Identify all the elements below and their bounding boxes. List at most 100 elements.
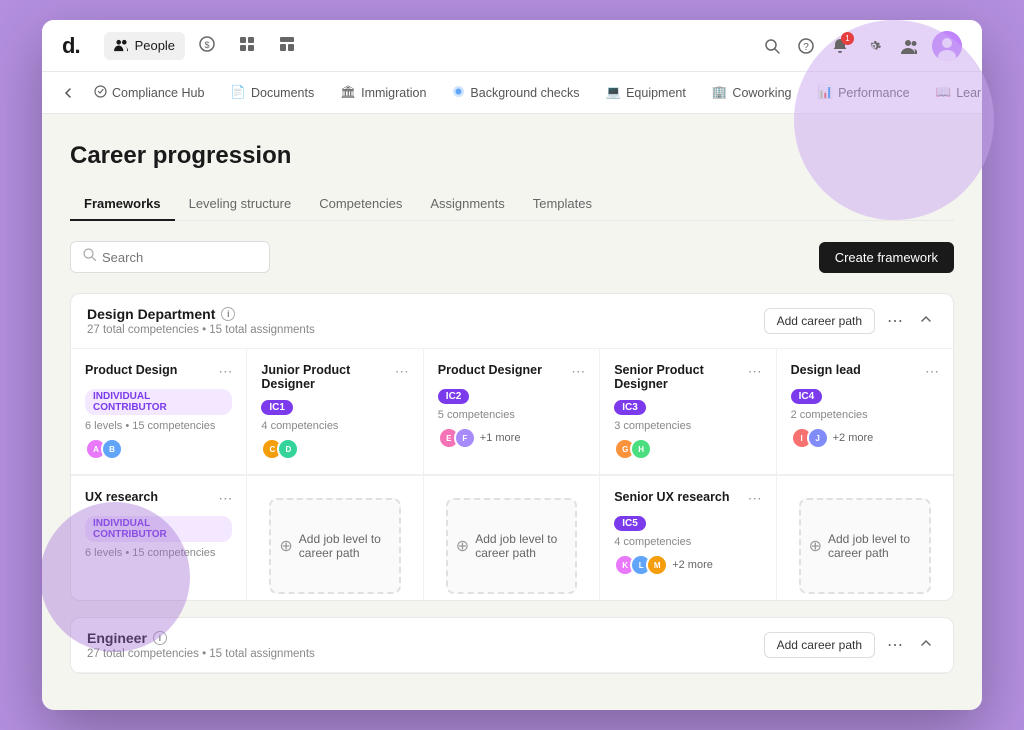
card-badge: INDIVIDUAL CONTRIBUTOR [85, 389, 232, 415]
toolbar: Create framework [70, 241, 954, 273]
tab-assignments[interactable]: Assignments [416, 188, 518, 221]
dept-title-area: Design Department i 27 total competencie… [87, 306, 315, 336]
svg-text:$: $ [205, 40, 210, 50]
avatar-row: G H [614, 438, 761, 460]
engineer-department-section: Engineer i 27 total competencies • 15 to… [70, 617, 954, 674]
add-job-icon: ⊕ [456, 536, 469, 556]
card-product-designer: Product Designer ⋯ IC2 5 competencies E … [424, 349, 600, 475]
more-text: +2 more [672, 559, 713, 571]
avatar: M [646, 554, 668, 576]
search-icon [83, 248, 96, 266]
card-menu-icon[interactable]: ⋯ [218, 363, 232, 380]
finance-icon: $ [199, 36, 215, 55]
card-menu-icon[interactable]: ⋯ [748, 490, 762, 507]
card-menu-icon[interactable]: ⋯ [571, 363, 585, 380]
nav-compliance-label: Compliance Hub [112, 86, 204, 100]
card-meta: 3 competencies [614, 420, 761, 432]
card-badge: IC5 [614, 516, 646, 531]
dept-collapse-button[interactable] [915, 310, 937, 333]
team-icon[interactable] [898, 36, 918, 56]
tab-competencies[interactable]: Competencies [305, 188, 416, 221]
background-icon [452, 85, 465, 101]
card-header: Junior Product Designer ⋯ [261, 363, 408, 391]
dept-more-button-engineer[interactable]: ⋯ [883, 633, 907, 657]
avatar: F [454, 427, 476, 449]
avatar: H [630, 438, 652, 460]
card-header: Design lead ⋯ [791, 363, 939, 380]
layout-icon [279, 36, 295, 55]
card-design-lead: Design lead ⋯ IC4 2 competencies I J +2 … [777, 349, 953, 475]
nav-tab-layout[interactable] [269, 30, 305, 61]
card-menu-icon[interactable]: ⋯ [925, 363, 939, 380]
search-icon[interactable] [762, 36, 782, 56]
tab-frameworks[interactable]: Frameworks [70, 188, 175, 221]
documents-icon: 📄 [230, 85, 246, 100]
dept-actions-engineer: Add career path ⋯ [764, 632, 937, 658]
nav-equipment[interactable]: 💻 Equipment [596, 79, 696, 106]
nav-background[interactable]: Background checks [442, 79, 589, 107]
add-job-btn-3[interactable]: ⊕ Add job level to career path [799, 498, 931, 594]
app-logo: d. [62, 33, 80, 59]
nav-coworking-label: Coworking [732, 86, 791, 100]
add-job-label: Add job level to career path [828, 532, 921, 560]
grid-icon [239, 36, 255, 55]
card-badge: IC4 [791, 389, 823, 404]
coworking-icon: 🏢 [712, 85, 728, 100]
nav-immigration[interactable]: 🏛 Immigration [330, 79, 436, 106]
nav-compliance[interactable]: Compliance Hub [84, 79, 214, 107]
avatar-row: K L M +2 more [614, 554, 761, 576]
nav-coworking[interactable]: 🏢 Coworking [702, 79, 802, 106]
add-job-btn-1[interactable]: ⊕ Add job level to career path [269, 498, 400, 594]
create-framework-button[interactable]: Create framework [819, 242, 954, 273]
avatar: J [807, 427, 829, 449]
search-input[interactable] [102, 250, 257, 265]
more-text: +1 more [480, 432, 521, 444]
help-icon[interactable]: ? [796, 36, 816, 56]
avatar: B [101, 438, 123, 460]
design-department-section: Design Department i 27 total competencie… [70, 293, 954, 601]
tab-templates[interactable]: Templates [519, 188, 606, 221]
card-junior-pd: Junior Product Designer ⋯ IC1 4 competen… [247, 349, 423, 475]
search-box[interactable] [70, 241, 270, 273]
bell-icon[interactable]: 1 [830, 36, 850, 56]
dept-title: Design Department i [87, 306, 315, 322]
dept-info-icon[interactable]: i [221, 307, 235, 321]
more-text: +2 more [833, 432, 874, 444]
add-career-path-button[interactable]: Add career path [764, 308, 875, 334]
card-badge: IC2 [438, 389, 470, 404]
card-menu-icon[interactable]: ⋯ [218, 490, 232, 507]
nav-background-label: Background checks [470, 86, 579, 100]
card-meta: 6 levels • 15 competencies [85, 420, 232, 432]
settings-icon[interactable] [864, 36, 884, 56]
card-badge: IC3 [614, 400, 646, 415]
add-job-label: Add job level to career path [475, 532, 567, 560]
card-header: Product Design ⋯ [85, 363, 232, 380]
add-job-icon: ⊕ [809, 536, 822, 556]
card-header: Senior Product Designer ⋯ [614, 363, 761, 391]
dept-more-button[interactable]: ⋯ [883, 309, 907, 333]
card-menu-icon[interactable]: ⋯ [395, 363, 409, 380]
nav-equipment-label: Equipment [626, 86, 686, 100]
svg-text:?: ? [803, 42, 809, 53]
card-add-job-2: ⊕ Add job level to career path [424, 476, 600, 600]
add-job-btn-2[interactable]: ⊕ Add job level to career path [446, 498, 577, 594]
nav-documents[interactable]: 📄 Documents [220, 79, 324, 106]
immigration-icon: 🏛 [340, 85, 356, 100]
card-add-job-3: ⊕ Add job level to career path [777, 476, 953, 600]
avatar-row: C D [261, 438, 408, 460]
tab-leveling[interactable]: Leveling structure [175, 188, 306, 221]
nav-tab-people[interactable]: People [104, 32, 185, 60]
card-title: Design lead [791, 363, 925, 377]
nav-tab-finance[interactable]: $ [189, 30, 225, 61]
add-career-path-button-engineer[interactable]: Add career path [764, 632, 875, 658]
dept-actions: Add career path ⋯ [764, 308, 937, 334]
avatar-row: A B [85, 438, 232, 460]
dept-collapse-button-engineer[interactable] [915, 634, 937, 657]
card-header: Product Designer ⋯ [438, 363, 585, 380]
card-meta: 2 competencies [791, 409, 939, 421]
nav-back[interactable] [62, 87, 74, 99]
card-menu-icon[interactable]: ⋯ [748, 363, 762, 380]
card-product-design: Product Design ⋯ INDIVIDUAL CONTRIBUTOR … [71, 349, 247, 475]
nav-tab-grid[interactable] [229, 30, 265, 61]
card-meta: 5 competencies [438, 409, 585, 421]
